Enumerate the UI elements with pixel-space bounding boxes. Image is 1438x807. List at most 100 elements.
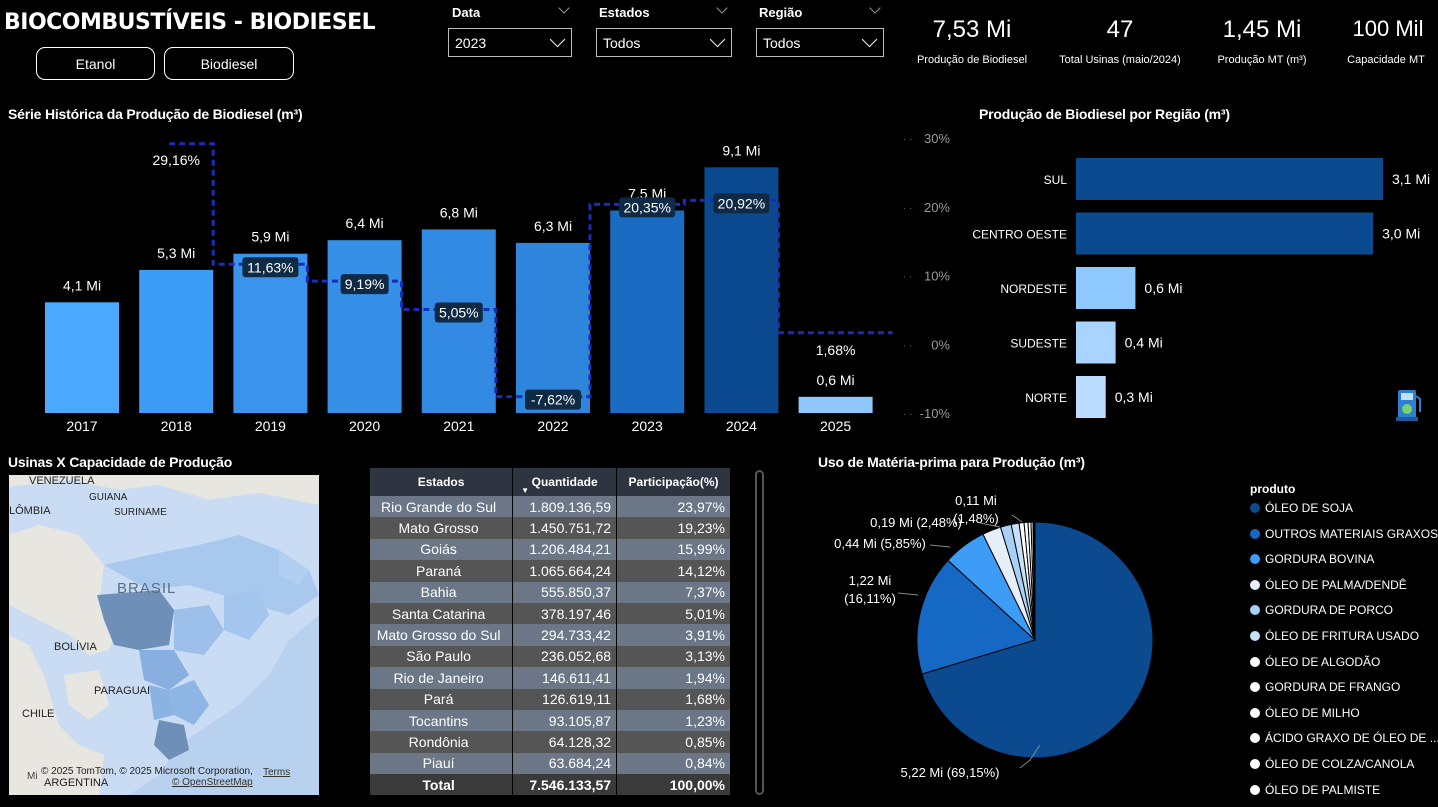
regiao-select[interactable]: Todos — [756, 28, 884, 57]
table-scrollbar[interactable] — [755, 470, 764, 795]
pie-data-label: 5,22 Mi (69,15%) — [901, 765, 1000, 780]
serie-chart[interactable]: 30% · · 20% · · 10% · · 0% · · -10% · · 4,1 Mi 2017… — [0, 125, 970, 440]
legend-item[interactable]: ÓLEO DE PALMA/DENDÊ — [1250, 578, 1407, 592]
regiao-bar[interactable] — [1076, 212, 1374, 255]
right-axis-tick: 0% — [931, 337, 950, 352]
growth-label: 5,05% — [439, 305, 479, 321]
estado-cell: Bahia — [370, 581, 514, 603]
serie-bar[interactable] — [139, 269, 214, 413]
table-row[interactable]: Pará 126.619,11 1,68% — [370, 688, 731, 710]
legend-item[interactable]: ÓLEO DE SOJA — [1250, 501, 1353, 515]
estados-select[interactable]: Todos — [596, 28, 732, 57]
participacao-cell: 0,85% — [616, 731, 731, 753]
legend-title: produto — [1250, 482, 1296, 496]
regiao-chart[interactable]: SUL 3,1 Mi CENTRO OESTE 3,0 Mi NORDESTE 0,6 M… — [960, 150, 1438, 430]
col-quantidade[interactable]: Quantidade ▼ — [512, 468, 618, 496]
serie-bar[interactable] — [45, 302, 119, 413]
right-axis-dots: · · — [903, 272, 912, 283]
pie-leader-line — [929, 544, 951, 548]
materia-pie-chart[interactable]: 5,22 Mi (69,15%) 1,22 Mi (16,11%) 0,44 Mi (… — [800, 475, 1240, 807]
map-logo: Mi — [27, 771, 38, 782]
usinas-title: Usinas X Capacidade de Produção — [8, 454, 233, 470]
legend-item[interactable]: ÁCIDO GRAXO DE ÓLEO DE ... — [1250, 731, 1438, 745]
map-credit: © 2025 TomTom, © 2025 Microsoft Corporat… — [41, 766, 253, 777]
legend-dot-icon — [1250, 759, 1260, 769]
legend-dot-icon — [1250, 579, 1260, 590]
map-canvas — [9, 475, 319, 795]
table-row[interactable]: Goiás 1.206.484,21 15,99% — [370, 538, 731, 561]
biodiesel-button[interactable]: Biodiesel — [164, 47, 294, 80]
chevron-down-icon — [709, 31, 726, 48]
map-terms-link[interactable]: Terms — [263, 767, 290, 778]
etanol-button[interactable]: Etanol — [36, 47, 155, 80]
quantidade-cell: 64.128,32 — [512, 731, 618, 753]
pie-data-label: 1,22 Mi — [849, 573, 892, 588]
table-row[interactable]: Paraná 1.065.664,24 14,12% — [370, 560, 731, 582]
legend-item[interactable]: GORDURA DE FRANGO — [1250, 680, 1400, 694]
kpi-producao-mt-value: 1,45 Mi — [1222, 16, 1302, 43]
legend-item[interactable]: GORDURA DE PORCO — [1250, 603, 1393, 617]
table-row[interactable]: Bahia 555.850,37 7,37% — [370, 581, 731, 603]
legend-dot-icon — [1250, 784, 1260, 795]
table-row[interactable]: Mato Grosso do Sul 294.733,42 3,91% — [370, 624, 731, 646]
growth-label: 1,68% — [816, 342, 856, 358]
estados-table: Estados Quantidade ▼ Participação(%) Rio … — [370, 468, 731, 796]
kpi-usinas-value: 47 — [1106, 16, 1134, 43]
serie-bar[interactable] — [610, 210, 685, 414]
table-row[interactable]: Rondônia 64.128,32 0,85% — [370, 731, 731, 753]
legend-item[interactable]: GORDURA BOVINA — [1250, 552, 1374, 566]
serie-x-tick: 2020 — [349, 418, 380, 434]
table-total-row: Total 7.546.133,57 100,00% — [370, 774, 731, 796]
table-row[interactable]: Rio de Janeiro 146.611,41 1,94% — [370, 667, 731, 689]
serie-value-label: 5,3 Mi — [157, 245, 195, 261]
regiao-value-label: 3,1 Mi — [1392, 171, 1430, 187]
regiao-category-label: SUDESTE — [1010, 337, 1067, 351]
pie-leader-line — [1011, 514, 1023, 523]
map-label-suriname: SURINAME — [114, 507, 167, 518]
kpi-producao-label: Produção de Biodiesel — [916, 54, 1028, 66]
chevron-down-icon[interactable] — [558, 2, 570, 14]
table-header-row: Estados Quantidade ▼ Participação(%) — [370, 468, 731, 496]
legend-item[interactable]: ÓLEO DE FRITURA USADO — [1250, 629, 1419, 643]
serie-bar[interactable] — [516, 242, 590, 413]
regiao-value-label: 0,4 Mi — [1125, 335, 1163, 351]
regiao-bar[interactable] — [1076, 158, 1383, 200]
serie-x-tick: 2022 — [537, 418, 568, 434]
regiao-title: Produção de Biodiesel por Região (m³) — [979, 106, 1230, 122]
legend-item[interactable]: ÓLEO DE MILHO — [1250, 706, 1360, 720]
legend-item[interactable]: ÓLEO DE PALMISTE — [1250, 783, 1380, 797]
table-row[interactable]: Tocantins 93.105,87 1,23% — [370, 709, 731, 732]
col-estados[interactable]: Estados — [370, 468, 514, 496]
participacao-cell: 15,99% — [616, 538, 731, 561]
table-row[interactable]: Santa Catarina 378.197,46 5,01% — [370, 602, 731, 625]
table-row[interactable]: São Paulo 236.052,68 3,13% — [370, 645, 731, 668]
chevron-down-icon[interactable] — [716, 2, 728, 14]
legend-item[interactable]: ÓLEO DE ALGODÃO — [1250, 655, 1380, 669]
legend-item[interactable]: OUTROS MATERIAIS GRAXOS — [1250, 527, 1438, 541]
growth-label: 9,19% — [345, 276, 385, 292]
pie-data-label: (16,11%) — [844, 591, 896, 606]
chevron-down-icon[interactable] — [869, 2, 881, 14]
estado-cell: Goiás — [370, 538, 514, 561]
serie-x-tick: 2018 — [161, 418, 192, 434]
serie-bar[interactable] — [233, 253, 308, 413]
col-participacao[interactable]: Participação(%) — [616, 468, 731, 496]
regiao-bar[interactable] — [1076, 267, 1136, 309]
legend-item[interactable]: ÓLEO DE COLZA/CANOLA — [1250, 757, 1414, 771]
serie-bar[interactable] — [798, 396, 873, 413]
serie-value-label: 0,6 Mi — [817, 372, 855, 388]
table-row[interactable]: Rio Grande do Sul 1.809.136,59 23,97% — [370, 496, 731, 518]
usinas-map[interactable]: VENEZUELA GUIANA SURINAME LÔMBIA BRASIL … — [9, 475, 319, 795]
legend-label: OUTROS MATERIAIS GRAXOS — [1265, 526, 1438, 541]
table-row[interactable]: Mato Grosso 1.450.751,72 19,23% — [370, 517, 731, 539]
serie-bar[interactable] — [327, 240, 402, 413]
regiao-bar[interactable] — [1076, 321, 1116, 364]
table-row[interactable]: Piauí 63.684,24 0,84% — [370, 752, 731, 775]
data-select[interactable]: 2023 — [448, 28, 572, 57]
quantidade-cell: 378.197,46 — [512, 602, 618, 625]
map-osm-link[interactable]: © OpenStreetMap — [172, 777, 253, 788]
legend-label: GORDURA BOVINA — [1265, 552, 1375, 567]
regiao-bar[interactable] — [1076, 376, 1106, 418]
map-label-colombia: LÔMBIA — [9, 505, 51, 517]
quantidade-cell: 126.619,11 — [512, 688, 618, 710]
